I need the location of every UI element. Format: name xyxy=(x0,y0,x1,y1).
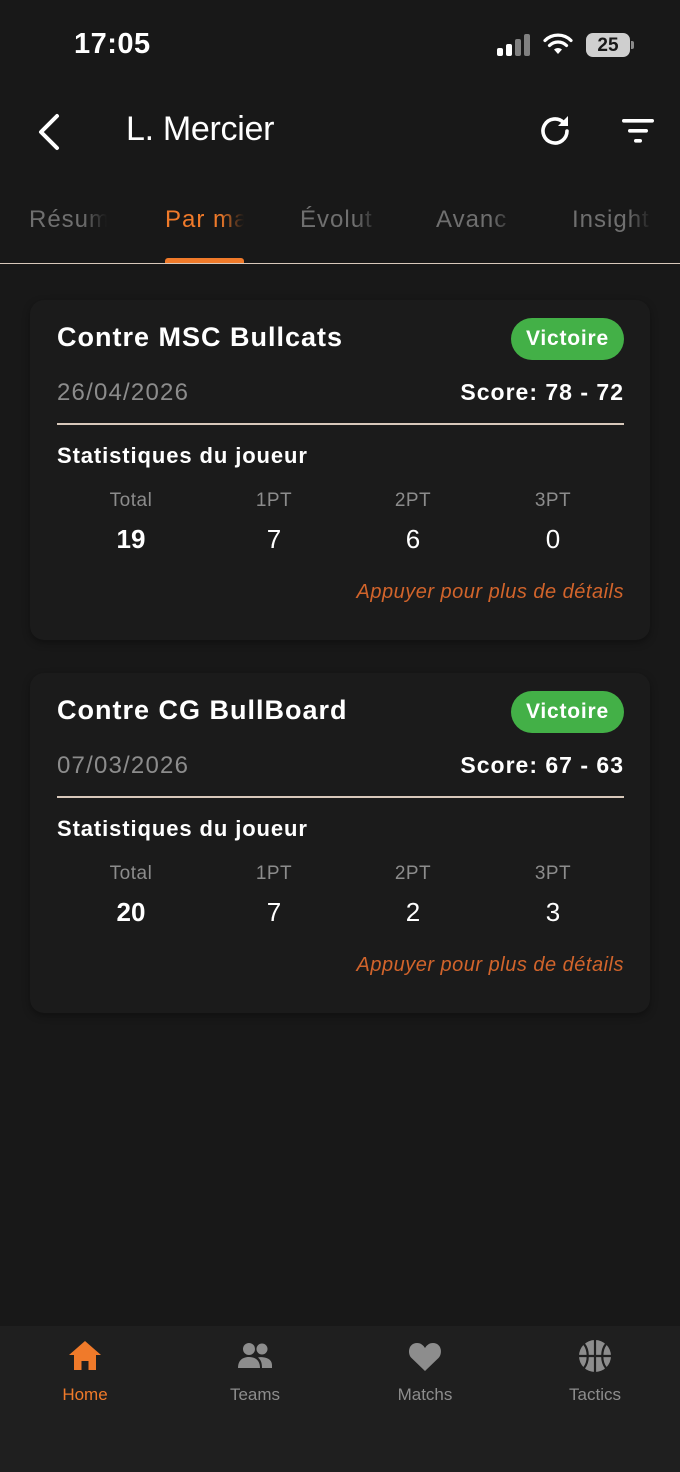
match-date: 07/03/2026 xyxy=(57,752,190,779)
stat-2pt: 2PT 2 xyxy=(363,863,463,928)
active-tab-indicator xyxy=(165,258,244,263)
stat-label: 3PT xyxy=(534,490,572,511)
stat-label: Total xyxy=(109,490,153,511)
stat-3pt: 3PT 3 xyxy=(503,863,603,928)
stat-label: Total xyxy=(109,863,153,884)
match-card[interactable]: Contre MSC Bullcats Victoire 26/04/2026 … xyxy=(30,300,650,640)
nav-teams[interactable]: Teams xyxy=(170,1326,340,1426)
status-bar: 17:05 25 xyxy=(0,0,680,90)
match-opponent: Contre CG BullBoard xyxy=(57,695,348,725)
match-card[interactable]: Contre CG BullBoard Victoire 07/03/2026 … xyxy=(30,673,650,1013)
details-link[interactable]: Appuyer pour plus de détails xyxy=(357,581,625,604)
tab-evolution[interactable]: Évolut xyxy=(300,206,380,246)
match-date: 26/04/2026 xyxy=(57,379,190,406)
stat-label: 1PT xyxy=(255,863,293,884)
back-button[interactable] xyxy=(30,110,70,154)
tab-avance[interactable]: Avanc xyxy=(436,206,516,246)
stat-label: 2PT xyxy=(394,490,432,511)
app-bar: L. Mercier xyxy=(0,90,680,180)
tab-par-match[interactable]: Par ma xyxy=(165,206,244,246)
match-score: Score: 78 - 72 xyxy=(460,379,624,405)
wifi-icon xyxy=(543,33,573,54)
card-divider xyxy=(57,423,624,425)
basketball-icon xyxy=(579,1340,611,1372)
stat-value: 7 xyxy=(266,524,282,554)
tab-insights[interactable]: Insight xyxy=(572,206,652,246)
status-time: 17:05 xyxy=(74,28,151,60)
tab-bar: Résum Par ma Évolut Avanc Insight xyxy=(0,196,680,264)
chevron-left-icon xyxy=(39,114,59,150)
stat-value: 20 xyxy=(116,897,146,927)
nav-label: Tactics xyxy=(569,1385,621,1404)
people-icon xyxy=(238,1343,272,1368)
stat-value: 6 xyxy=(405,524,421,554)
nav-label: Matchs xyxy=(397,1385,453,1404)
stat-value: 0 xyxy=(545,524,561,554)
stat-1pt: 1PT 7 xyxy=(224,863,324,928)
stat-1pt: 1PT 7 xyxy=(224,490,324,555)
stat-value: 19 xyxy=(116,524,146,554)
home-icon xyxy=(69,1341,101,1370)
stat-value: 7 xyxy=(266,897,282,927)
match-opponent: Contre MSC Bullcats xyxy=(57,322,344,352)
stats-title: Statistiques du joueur xyxy=(57,443,308,468)
cellular-signal-icon xyxy=(497,34,533,56)
result-badge: Victoire xyxy=(510,318,624,360)
nav-label: Home xyxy=(62,1385,108,1404)
result-badge: Victoire xyxy=(510,691,624,733)
refresh-button[interactable] xyxy=(536,112,574,150)
stats-title: Statistiques du joueur xyxy=(57,816,308,841)
nav-home[interactable]: Home xyxy=(0,1326,170,1426)
page-title: L. Mercier xyxy=(126,110,275,148)
card-divider xyxy=(57,796,624,798)
tab-resume[interactable]: Résum xyxy=(29,206,107,246)
nav-tactics[interactable]: Tactics xyxy=(510,1326,680,1426)
stat-label: 3PT xyxy=(534,863,572,884)
heart-icon xyxy=(409,1343,441,1371)
stat-value: 3 xyxy=(545,897,561,927)
match-score: Score: 67 - 63 xyxy=(460,752,624,778)
details-link[interactable]: Appuyer pour plus de détails xyxy=(357,954,625,977)
nav-matchs[interactable]: Matchs xyxy=(340,1326,510,1426)
stat-label: 2PT xyxy=(394,863,432,884)
bottom-nav: Home Teams Matchs Tactics xyxy=(0,1326,680,1472)
stat-total: Total 19 xyxy=(81,490,181,555)
battery-icon: 25 xyxy=(586,33,634,57)
battery-level: 25 xyxy=(597,35,619,56)
filter-icon xyxy=(622,119,654,143)
nav-label: Teams xyxy=(229,1385,281,1404)
stat-total: Total 20 xyxy=(81,863,181,928)
stat-value: 2 xyxy=(405,897,421,927)
stat-3pt: 3PT 0 xyxy=(503,490,603,555)
stat-label: 1PT xyxy=(255,490,293,511)
filter-button[interactable] xyxy=(618,114,658,148)
stat-2pt: 2PT 6 xyxy=(363,490,463,555)
